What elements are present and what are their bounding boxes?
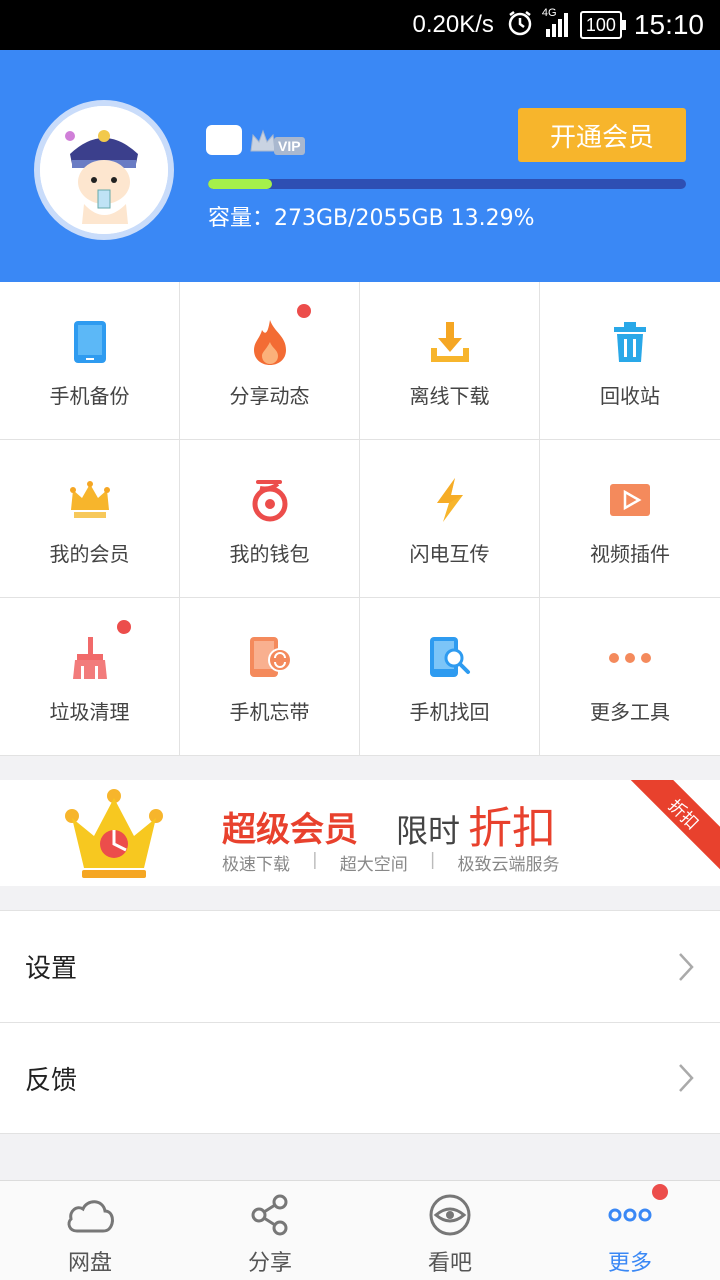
notification-dot	[652, 1184, 668, 1200]
nav-tab-label: 看吧	[427, 1251, 472, 1276]
grid-item-phone-backup[interactable]: 手机备份	[0, 282, 180, 440]
battery-icon: 100	[579, 11, 626, 39]
grid-item-my-vip[interactable]: 我的会员	[0, 440, 180, 598]
video-play-icon	[606, 476, 654, 524]
grid-item-label: 离线下载	[409, 384, 490, 408]
capacity-text: 容量：273GB/2055GB 13.29%	[208, 206, 535, 231]
phone-sync-icon	[246, 634, 294, 682]
chevron-right-icon	[679, 952, 694, 981]
grid-item-offline-download[interactable]: 离线下载	[360, 282, 540, 440]
crown-icon	[66, 476, 114, 524]
nav-tab-label: 分享	[247, 1251, 292, 1276]
grid-item-phone-forgot[interactable]: 手机忘带	[180, 598, 360, 756]
grid-item-junk-clean[interactable]: 垃圾清理	[0, 598, 180, 756]
profile-header: VIP 开通会员 容量：273GB/2055GB 13.29%	[0, 50, 720, 282]
nav-tab-label: 网盘	[67, 1251, 112, 1276]
grid-item-label: 分享动态	[229, 384, 310, 408]
notification-dot	[117, 620, 131, 634]
open-vip-button[interactable]: 开通会员	[518, 108, 686, 162]
cloud-icon	[65, 1193, 115, 1237]
network-speed: 0.20K/s	[412, 11, 494, 38]
broom-icon	[66, 634, 114, 682]
list-item-label: 反馈	[25, 1065, 78, 1096]
settings-list: 设置 反馈	[0, 910, 720, 1134]
network-type: 4G	[541, 7, 557, 19]
discount-corner-tag: 折扣	[628, 780, 720, 870]
list-item-label: 设置	[25, 954, 78, 984]
nav-tab-label: 更多	[607, 1251, 652, 1276]
grid-item-flash-transfer[interactable]: 闪电互传	[360, 440, 540, 598]
bottom-navigation: 网盘 分享 看吧 更多	[0, 1180, 720, 1280]
grid-item-more-tools[interactable]: 更多工具	[540, 598, 720, 756]
vip-label: VIP	[274, 137, 305, 155]
status-bar-right: 0.20K/s 4G 100 15:10	[412, 0, 704, 50]
nav-tab-watch[interactable]: 看吧	[360, 1181, 540, 1280]
signal-icon: 4G	[542, 7, 568, 37]
banner-feature: 极速下载	[222, 855, 290, 875]
grid-item-label: 我的钱包	[229, 542, 310, 566]
storage-progress-bar	[208, 179, 686, 189]
grid-item-share-feed[interactable]: 分享动态	[180, 282, 360, 440]
eye-icon	[425, 1193, 475, 1237]
nav-tab-netdisk[interactable]: 网盘	[0, 1181, 180, 1280]
grid-item-phone-recover[interactable]: 手机找回	[360, 598, 540, 756]
more-icon	[605, 1193, 655, 1237]
grid-item-my-wallet[interactable]: 我的钱包	[180, 440, 360, 598]
clock: 15:10	[633, 9, 704, 40]
wallet-icon	[246, 476, 294, 524]
banner-title: 超级会员	[222, 810, 358, 850]
avatar[interactable]	[34, 100, 174, 240]
phone-backup-icon	[66, 318, 114, 366]
grid-item-label: 手机备份	[49, 384, 130, 408]
banner-feature: 极致云端服务	[457, 855, 560, 875]
banner-subtitle-highlight: 折扣	[468, 803, 556, 854]
notification-dot	[297, 304, 311, 318]
grid-item-recycle-bin[interactable]: 回收站	[540, 282, 720, 440]
status-bar: 0.20K/s 4G 100 15:10	[0, 0, 720, 50]
trash-icon	[606, 318, 654, 366]
feature-grid: 手机备份 分享动态 离线下载 回收站 我的会员 我的钱包 闪电互传 视频插件 垃…	[0, 282, 720, 756]
grid-item-label: 视频插件	[590, 542, 670, 566]
grid-item-label: 手机找回	[409, 700, 490, 724]
list-item-settings[interactable]: 设置	[0, 911, 720, 1022]
flame-icon	[246, 318, 294, 366]
grid-item-label: 我的会员	[49, 542, 130, 566]
banner-subtitle-prefix: 限时	[396, 812, 461, 850]
nav-tab-share[interactable]: 分享	[180, 1181, 360, 1280]
grid-item-label: 闪电互传	[409, 542, 490, 566]
grid-item-label: 垃圾清理	[49, 700, 130, 724]
banner-features: 极速下载 | 超大空间 | 极致云端服务	[222, 850, 560, 875]
grid-item-label: 更多工具	[590, 700, 670, 724]
chevron-right-icon	[679, 1064, 694, 1092]
vip-badge[interactable]: VIP	[248, 125, 305, 155]
grid-item-label: 手机忘带	[229, 700, 310, 724]
avatar-cartoon-icon	[40, 106, 168, 234]
alarm-icon	[506, 9, 534, 42]
banner-crown-icon	[65, 789, 163, 878]
phone-search-icon	[426, 634, 474, 682]
super-vip-banner[interactable]: 超级会员 限时 折扣 极速下载 | 超大空间 | 极致云端服务 折扣	[0, 780, 720, 886]
username-hidden	[206, 125, 242, 155]
grid-item-video-plugin[interactable]: 视频插件	[540, 440, 720, 598]
list-item-feedback[interactable]: 反馈	[0, 1022, 720, 1133]
lightning-icon	[426, 476, 474, 524]
more-dots-icon	[606, 634, 654, 682]
nav-tab-more[interactable]: 更多	[540, 1181, 720, 1280]
grid-item-label: 回收站	[600, 384, 660, 408]
download-icon	[426, 318, 474, 366]
storage-progress-fill	[208, 179, 272, 189]
share-icon	[245, 1193, 295, 1237]
banner-feature: 超大空间	[339, 855, 408, 875]
